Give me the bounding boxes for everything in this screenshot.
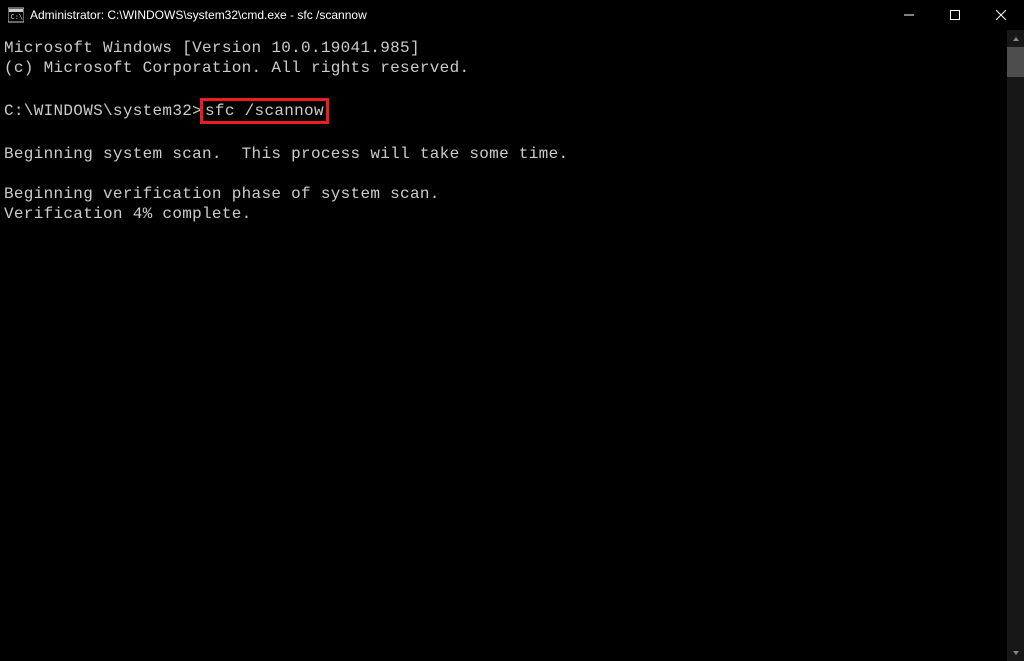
command-text: sfc /scannow [205, 102, 324, 120]
prompt: C:\WINDOWS\system32> [4, 102, 202, 120]
scroll-thumb[interactable] [1007, 47, 1024, 77]
scroll-down-arrow-icon[interactable] [1007, 644, 1024, 661]
vertical-scrollbar[interactable] [1007, 30, 1024, 661]
minimize-button[interactable] [886, 0, 932, 30]
titlebar[interactable]: C:\ Administrator: C:\WINDOWS\system32\c… [0, 0, 1024, 30]
verification-begin-line: Beginning verification phase of system s… [4, 185, 440, 203]
svg-text:C:\: C:\ [11, 13, 24, 21]
command-prompt-window: C:\ Administrator: C:\WINDOWS\system32\c… [0, 0, 1024, 661]
command-highlight: sfc /scannow [200, 98, 329, 124]
verification-progress-line: Verification 4% complete. [4, 205, 252, 223]
window-title: Administrator: C:\WINDOWS\system32\cmd.e… [30, 8, 886, 22]
scan-begin-line: Beginning system scan. This process will… [4, 145, 568, 163]
version-line: Microsoft Windows [Version 10.0.19041.98… [4, 39, 420, 57]
terminal-output[interactable]: Microsoft Windows [Version 10.0.19041.98… [0, 30, 1024, 661]
close-button[interactable] [978, 0, 1024, 30]
window-controls [886, 0, 1024, 29]
cmd-icon: C:\ [8, 7, 24, 23]
maximize-button[interactable] [932, 0, 978, 30]
scroll-track[interactable] [1007, 47, 1024, 644]
copyright-line: (c) Microsoft Corporation. All rights re… [4, 59, 469, 77]
scroll-up-arrow-icon[interactable] [1007, 30, 1024, 47]
